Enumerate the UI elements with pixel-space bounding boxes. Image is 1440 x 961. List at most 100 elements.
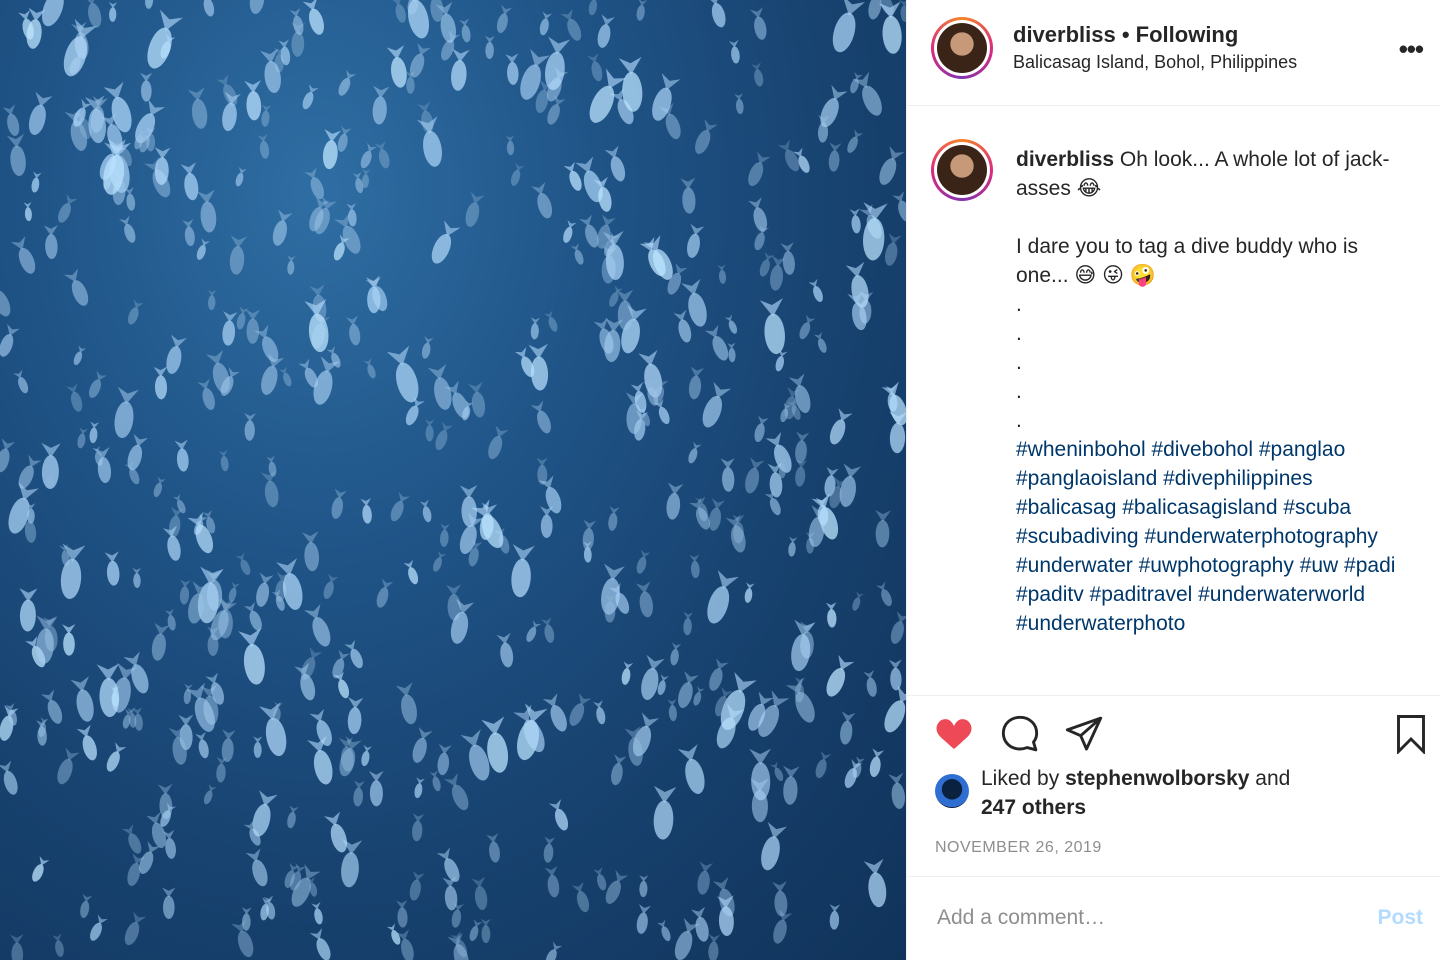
fish-shape [88, 370, 107, 399]
fish-shape [203, 784, 217, 805]
fish-shape [374, 141, 390, 169]
fish-shape [435, 421, 454, 451]
fish-shape [593, 867, 607, 891]
fish-shape [52, 933, 64, 957]
fish-shape [0, 438, 16, 473]
fish-shape [772, 881, 788, 917]
fish-shape [106, 742, 127, 772]
fish-shape [875, 510, 891, 548]
fish-shape [347, 696, 364, 735]
fish-shape [505, 135, 515, 156]
liker-avatar[interactable] [935, 774, 969, 808]
bookmark-icon[interactable] [1391, 714, 1431, 754]
fish-shape [31, 171, 42, 193]
liker-username[interactable]: stephenwolborsky [1065, 767, 1249, 790]
post-photo[interactable] [0, 0, 906, 960]
fish-shape [70, 676, 94, 722]
fish-shape [635, 581, 653, 618]
fish-shape [545, 941, 563, 960]
fish-shape [302, 0, 324, 35]
fish-shape [828, 142, 842, 172]
fish-shape [437, 743, 452, 776]
comment-icon[interactable] [999, 714, 1041, 754]
fish-shape [331, 488, 347, 519]
fish-shape [253, 736, 263, 758]
fish-shape [10, 934, 24, 960]
likes-others-link[interactable]: 247 others [981, 796, 1086, 820]
fish-shape [28, 91, 53, 135]
fish-shape [674, 917, 701, 960]
fish-shape [360, 497, 372, 524]
fish-shape [119, 215, 136, 243]
fish-shape [132, 567, 141, 589]
fish-shape [180, 162, 199, 201]
fish-shape [289, 7, 304, 36]
fish-shape [829, 408, 853, 445]
fish-shape [222, 91, 241, 132]
share-icon[interactable] [1063, 714, 1105, 754]
fish-shape [451, 48, 470, 91]
fish-shape [62, 624, 76, 656]
fish-shape [261, 104, 272, 127]
fish-shape [744, 582, 755, 603]
fish-shape [43, 224, 58, 259]
caption-section: diverbliss Oh look... A whole lot of jac… [907, 107, 1440, 695]
fish-shape [667, 698, 677, 722]
fish-shape [544, 310, 558, 332]
fish-shape [471, 876, 488, 910]
caption-author-avatar[interactable] [931, 139, 993, 201]
caption-dot: . [1016, 293, 1022, 316]
fish-shape [852, 591, 864, 611]
more-horizontal-icon[interactable]: ••• [1399, 34, 1424, 65]
fish-shape [353, 780, 365, 807]
fish-shape [323, 811, 348, 853]
fish-shape [795, 431, 810, 464]
fish-shape [124, 911, 147, 946]
fish-shape [162, 525, 181, 561]
fish-shape [510, 162, 525, 186]
post-comment-button[interactable]: Post [1371, 905, 1429, 931]
fish-shape [60, 543, 86, 600]
fish-shape [77, 427, 88, 449]
fish-shape [468, 381, 486, 418]
fish-shape [728, 39, 740, 64]
caption-dot: . [1016, 380, 1022, 403]
fish-shape [754, 224, 770, 251]
fish-shape [825, 602, 837, 628]
fish-shape [361, 744, 373, 767]
fish-shape [412, 813, 425, 842]
fish-shape [151, 622, 170, 661]
fish-shape [621, 661, 634, 685]
fish-shape [530, 181, 553, 219]
fish-shape [536, 457, 548, 485]
fish-shape [688, 366, 704, 400]
fish-shape [545, 36, 571, 91]
fish-shape [652, 73, 681, 121]
likes-joiner: and [1255, 767, 1291, 790]
fish-shape [287, 805, 299, 829]
fish-shape [563, 219, 577, 243]
follow-status-button[interactable]: Following [1136, 22, 1239, 47]
fish-shape [431, 220, 461, 264]
author-avatar[interactable] [931, 17, 993, 79]
fish-shape [899, 0, 906, 22]
caption-username[interactable]: diverbliss [1016, 148, 1114, 171]
fish-shape [569, 692, 592, 726]
author-username[interactable]: diverbliss [1013, 22, 1116, 47]
heart-icon[interactable] [933, 714, 975, 754]
fish-shape [636, 904, 652, 934]
fish-shape [754, 415, 769, 443]
fish-shape [83, 0, 102, 28]
fish-shape [337, 126, 352, 152]
fish-shape [433, 550, 447, 572]
fish-shape [372, 85, 390, 125]
fish-shape [424, 419, 435, 442]
caption-hashtags[interactable]: #wheninbohol #divebohol #panglao #pangla… [1016, 438, 1395, 635]
location-link[interactable]: Balicasag Island, Bohol, Philippines [1013, 52, 1297, 73]
fish-shape [604, 145, 626, 182]
post-date[interactable]: NOVEMBER 26, 2019 [935, 839, 1102, 857]
fish-shape [808, 278, 823, 303]
fish-shape [484, 35, 495, 60]
fish-shape [540, 506, 554, 539]
comment-input[interactable] [935, 905, 1339, 931]
